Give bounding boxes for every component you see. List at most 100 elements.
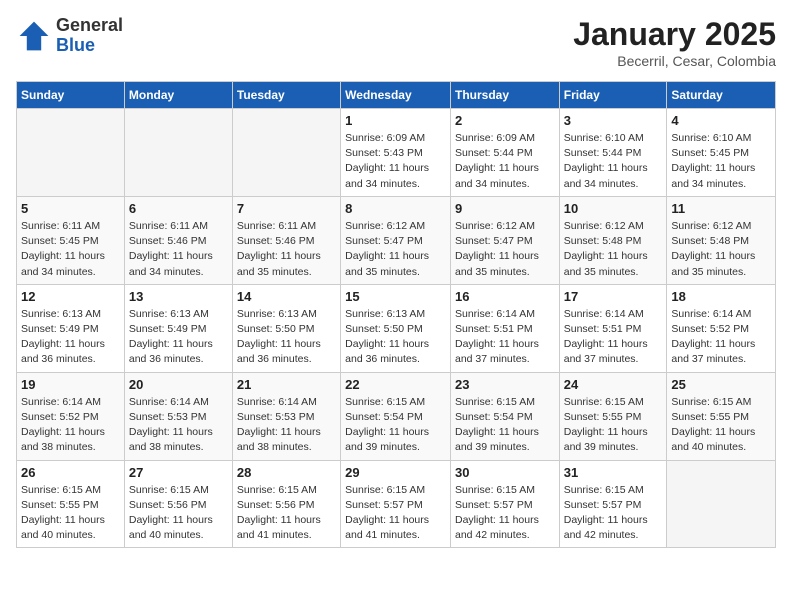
calendar-day-cell: 14 Sunrise: 6:13 AM Sunset: 5:50 PM Dayli… — [232, 284, 340, 372]
calendar-day-cell: 26 Sunrise: 6:15 AM Sunset: 5:55 PM Dayli… — [17, 460, 125, 548]
calendar-day-cell: 21 Sunrise: 6:14 AM Sunset: 5:53 PM Dayli… — [232, 372, 340, 460]
day-info: Sunrise: 6:14 AM Sunset: 5:51 PM Dayligh… — [455, 307, 555, 368]
calendar-day-cell: 25 Sunrise: 6:15 AM Sunset: 5:55 PM Dayli… — [667, 372, 776, 460]
calendar-day-cell: 31 Sunrise: 6:15 AM Sunset: 5:57 PM Dayli… — [559, 460, 667, 548]
day-of-week-header: Sunday — [17, 82, 125, 109]
day-number: 29 — [345, 465, 446, 480]
calendar-day-cell — [124, 109, 232, 197]
calendar-day-cell: 17Sunrise: 6:14 AM Sunset: 5:51 PM Dayli… — [559, 284, 667, 372]
day-info: Sunrise: 6:15 AM Sunset: 5:54 PM Dayligh… — [345, 395, 446, 456]
calendar-day-cell: 16 Sunrise: 6:14 AM Sunset: 5:51 PM Dayli… — [450, 284, 559, 372]
day-number: 15 — [345, 289, 446, 304]
calendar-day-cell: 27 Sunrise: 6:15 AM Sunset: 5:56 PM Dayli… — [124, 460, 232, 548]
day-number: 18 — [671, 289, 771, 304]
day-number: 7 — [237, 201, 336, 216]
day-number: 2 — [455, 113, 555, 128]
day-number: 5 — [21, 201, 120, 216]
day-info: Sunrise: 6:15 AM Sunset: 5:56 PM Dayligh… — [129, 483, 228, 544]
calendar-day-cell — [232, 109, 340, 197]
calendar-day-cell: 4 Sunrise: 6:10 AM Sunset: 5:45 PM Daylig… — [667, 109, 776, 197]
day-number: 22 — [345, 377, 446, 392]
day-info: Sunrise: 6:15 AM Sunset: 5:55 PM Dayligh… — [564, 395, 663, 456]
calendar-day-cell: 24 Sunrise: 6:15 AM Sunset: 5:55 PM Dayli… — [559, 372, 667, 460]
day-number: 8 — [345, 201, 446, 216]
calendar-week-row: 1Sunrise: 6:09 AM Sunset: 5:43 PM Daylig… — [17, 109, 776, 197]
calendar-week-row: 26 Sunrise: 6:15 AM Sunset: 5:55 PM Dayli… — [17, 460, 776, 548]
day-info: Sunrise: 6:12 AM Sunset: 5:48 PM Dayligh… — [564, 219, 663, 280]
calendar-day-cell: 22 Sunrise: 6:15 AM Sunset: 5:54 PM Dayli… — [341, 372, 451, 460]
calendar-day-cell: 20 Sunrise: 6:14 AM Sunset: 5:53 PM Dayli… — [124, 372, 232, 460]
day-info: Sunrise: 6:14 AM Sunset: 5:52 PM Dayligh… — [671, 307, 771, 368]
day-number: 16 — [455, 289, 555, 304]
logo-blue-text: Blue — [56, 36, 123, 56]
calendar-subtitle: Becerril, Cesar, Colombia — [573, 53, 776, 69]
day-number: 10 — [564, 201, 663, 216]
calendar-day-cell: 9Sunrise: 6:12 AM Sunset: 5:47 PM Daylig… — [450, 196, 559, 284]
day-info: Sunrise: 6:13 AM Sunset: 5:50 PM Dayligh… — [237, 307, 336, 368]
day-number: 26 — [21, 465, 120, 480]
day-number: 14 — [237, 289, 336, 304]
logo-general-text: General — [56, 16, 123, 36]
day-info: Sunrise: 6:13 AM Sunset: 5:49 PM Dayligh… — [129, 307, 228, 368]
day-info: Sunrise: 6:15 AM Sunset: 5:54 PM Dayligh… — [455, 395, 555, 456]
day-number: 31 — [564, 465, 663, 480]
day-number: 28 — [237, 465, 336, 480]
day-info: Sunrise: 6:15 AM Sunset: 5:56 PM Dayligh… — [237, 483, 336, 544]
day-number: 23 — [455, 377, 555, 392]
calendar-day-cell: 23 Sunrise: 6:15 AM Sunset: 5:54 PM Dayli… — [450, 372, 559, 460]
calendar-day-cell: 3Sunrise: 6:10 AM Sunset: 5:44 PM Daylig… — [559, 109, 667, 197]
logo: General Blue — [16, 16, 123, 56]
logo-icon — [16, 18, 52, 54]
day-info: Sunrise: 6:14 AM Sunset: 5:53 PM Dayligh… — [129, 395, 228, 456]
day-of-week-header: Monday — [124, 82, 232, 109]
day-info: Sunrise: 6:15 AM Sunset: 5:57 PM Dayligh… — [345, 483, 446, 544]
calendar-day-cell — [17, 109, 125, 197]
day-info: Sunrise: 6:14 AM Sunset: 5:53 PM Dayligh… — [237, 395, 336, 456]
calendar-day-cell: 29 Sunrise: 6:15 AM Sunset: 5:57 PM Dayli… — [341, 460, 451, 548]
calendar-day-cell: 2 Sunrise: 6:09 AM Sunset: 5:44 PM Daylig… — [450, 109, 559, 197]
calendar-day-cell: 13 Sunrise: 6:13 AM Sunset: 5:49 PM Dayli… — [124, 284, 232, 372]
calendar-title: January 2025 — [573, 16, 776, 53]
day-number: 6 — [129, 201, 228, 216]
day-info: Sunrise: 6:11 AM Sunset: 5:46 PM Dayligh… — [129, 219, 228, 280]
day-number: 11 — [671, 201, 771, 216]
day-info: Sunrise: 6:15 AM Sunset: 5:55 PM Dayligh… — [671, 395, 771, 456]
calendar-day-cell: 5Sunrise: 6:11 AM Sunset: 5:45 PM Daylig… — [17, 196, 125, 284]
day-number: 19 — [21, 377, 120, 392]
day-number: 3 — [564, 113, 663, 128]
day-number: 27 — [129, 465, 228, 480]
calendar-day-cell: 6 Sunrise: 6:11 AM Sunset: 5:46 PM Daylig… — [124, 196, 232, 284]
day-info: Sunrise: 6:13 AM Sunset: 5:49 PM Dayligh… — [21, 307, 120, 368]
day-number: 12 — [21, 289, 120, 304]
day-info: Sunrise: 6:15 AM Sunset: 5:55 PM Dayligh… — [21, 483, 120, 544]
logo-text: General Blue — [56, 16, 123, 56]
day-info: Sunrise: 6:09 AM Sunset: 5:43 PM Dayligh… — [345, 131, 446, 192]
day-info: Sunrise: 6:14 AM Sunset: 5:51 PM Dayligh… — [564, 307, 663, 368]
calendar-day-cell — [667, 460, 776, 548]
day-info: Sunrise: 6:11 AM Sunset: 5:46 PM Dayligh… — [237, 219, 336, 280]
day-number: 9 — [455, 201, 555, 216]
calendar-header-row: SundayMondayTuesdayWednesdayThursdayFrid… — [17, 82, 776, 109]
page-header: General Blue January 2025 Becerril, Cesa… — [16, 16, 776, 69]
calendar-day-cell: 18 Sunrise: 6:14 AM Sunset: 5:52 PM Dayli… — [667, 284, 776, 372]
calendar-day-cell: 10 Sunrise: 6:12 AM Sunset: 5:48 PM Dayli… — [559, 196, 667, 284]
calendar-day-cell: 28 Sunrise: 6:15 AM Sunset: 5:56 PM Dayli… — [232, 460, 340, 548]
day-number: 13 — [129, 289, 228, 304]
day-info: Sunrise: 6:15 AM Sunset: 5:57 PM Dayligh… — [564, 483, 663, 544]
day-number: 4 — [671, 113, 771, 128]
day-info: Sunrise: 6:15 AM Sunset: 5:57 PM Dayligh… — [455, 483, 555, 544]
calendar-day-cell: 15Sunrise: 6:13 AM Sunset: 5:50 PM Dayli… — [341, 284, 451, 372]
day-number: 21 — [237, 377, 336, 392]
day-number: 24 — [564, 377, 663, 392]
calendar-week-row: 5Sunrise: 6:11 AM Sunset: 5:45 PM Daylig… — [17, 196, 776, 284]
day-number: 25 — [671, 377, 771, 392]
title-block: January 2025 Becerril, Cesar, Colombia — [573, 16, 776, 69]
day-of-week-header: Tuesday — [232, 82, 340, 109]
day-of-week-header: Friday — [559, 82, 667, 109]
day-info: Sunrise: 6:12 AM Sunset: 5:48 PM Dayligh… — [671, 219, 771, 280]
calendar-day-cell: 1Sunrise: 6:09 AM Sunset: 5:43 PM Daylig… — [341, 109, 451, 197]
calendar-day-cell: 7 Sunrise: 6:11 AM Sunset: 5:46 PM Daylig… — [232, 196, 340, 284]
day-info: Sunrise: 6:10 AM Sunset: 5:45 PM Dayligh… — [671, 131, 771, 192]
day-number: 20 — [129, 377, 228, 392]
day-info: Sunrise: 6:09 AM Sunset: 5:44 PM Dayligh… — [455, 131, 555, 192]
